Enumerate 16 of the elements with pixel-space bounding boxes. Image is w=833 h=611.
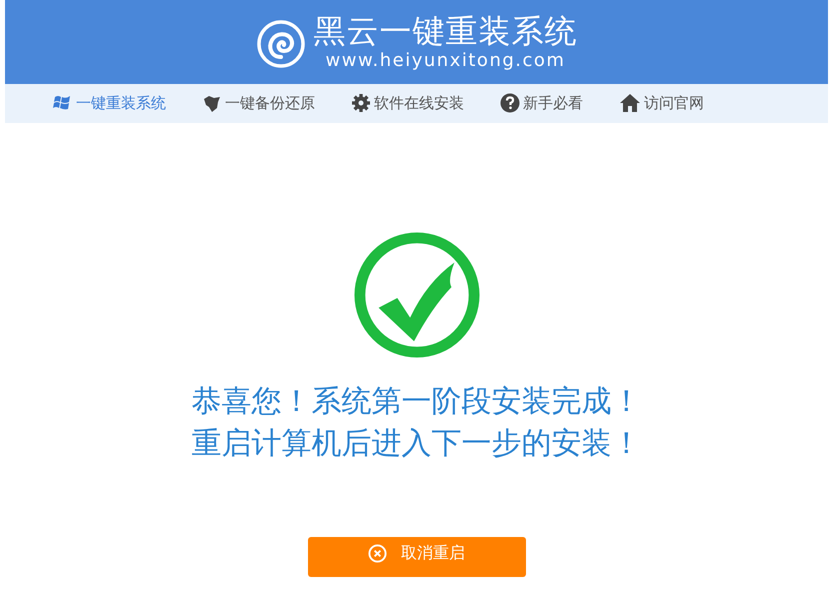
nav-tab[interactable]: 一键重装系统	[51, 94, 166, 113]
swirl-logo-icon	[256, 18, 306, 69]
nav-tab[interactable]: 软件在线安装	[351, 93, 464, 114]
website-url: www.heiyunxitong.com	[326, 50, 566, 72]
close-icon	[368, 544, 387, 564]
status-message: 恭喜您！系统第一阶段安装完成！	[192, 382, 642, 421]
status-message: 重启计算机后进入下一步的安装！	[192, 424, 642, 463]
home-icon	[619, 93, 641, 114]
success-check-icon	[352, 230, 480, 359]
gear-icon	[351, 93, 371, 114]
nav-tab[interactable]: 访问官网	[619, 93, 704, 114]
help-icon	[500, 93, 520, 114]
app-title: 黑云一键重装系统	[314, 12, 578, 50]
windows-icon	[51, 94, 73, 112]
nav-tab[interactable]: 一键备份还原	[202, 93, 315, 114]
nav-tab[interactable]: 新手必看	[500, 93, 583, 114]
